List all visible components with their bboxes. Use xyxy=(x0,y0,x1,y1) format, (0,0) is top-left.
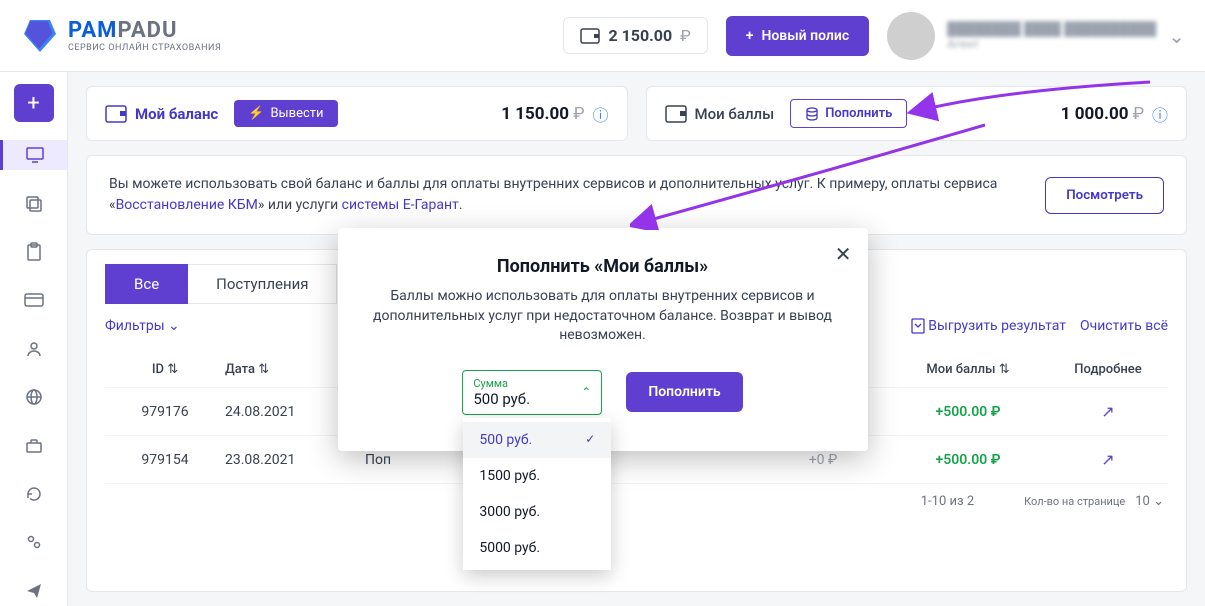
user-role: Агент xyxy=(947,37,1156,51)
new-policy-label: Новый полис xyxy=(761,28,849,44)
balance-value: 1 150.00 ₽ xyxy=(501,104,584,124)
dropdown-option[interactable]: 500 руб.✓ xyxy=(463,422,611,458)
link-kbm[interactable]: Восстановление КБМ xyxy=(116,197,258,213)
col-id[interactable]: ID ⇅ xyxy=(105,362,225,377)
send-icon xyxy=(25,582,43,600)
briefcase-icon xyxy=(25,438,43,454)
header-wallet[interactable]: 2 150.00 ₽ xyxy=(563,17,707,54)
balance-card: Мой баланс ⚡ Вывести 1 150.00 ₽ ⓘ xyxy=(86,86,628,141)
user-icon xyxy=(25,340,43,358)
copy-icon xyxy=(25,195,43,213)
monitor-icon xyxy=(25,146,45,164)
link-egarant[interactable]: системы Е-Гарант xyxy=(342,197,459,213)
logo-subtitle: СЕРВИС ОНЛАЙН СТРАХОВАНИЯ xyxy=(68,43,221,53)
dropdown-option[interactable]: 1500 руб. xyxy=(463,458,611,494)
header-wallet-currency: ₽ xyxy=(680,26,691,45)
plus-icon: + xyxy=(746,28,754,44)
modal-title: Пополнить «Мои баллы» xyxy=(372,256,834,277)
logo-icon xyxy=(20,16,60,56)
export-label: Выгрузить результат xyxy=(928,318,1066,334)
cell-id: 979176 xyxy=(105,404,225,420)
header: PAMPADU СЕРВИС ОНЛАЙН СТРАХОВАНИЯ 2 150.… xyxy=(0,0,1205,72)
export-button[interactable]: Выгрузить результат xyxy=(911,318,1066,334)
file-icon xyxy=(911,318,925,334)
sidebar-item-copy[interactable] xyxy=(14,188,54,218)
sidebar-item-settings[interactable] xyxy=(14,527,54,557)
info-icon[interactable]: ⓘ xyxy=(592,102,608,126)
points-value: 1 000.00 ₽ xyxy=(1061,104,1144,124)
amount-dropdown: 500 руб.✓ 1500 руб. 3000 руб. 5000 руб. xyxy=(463,418,611,570)
points-title: Мои баллы xyxy=(695,105,775,123)
withdraw-button[interactable]: ⚡ Вывести xyxy=(234,100,337,127)
balance-title: Мой баланс xyxy=(135,105,218,123)
wallet-icon xyxy=(665,105,687,123)
chevron-up-icon: ⌃ xyxy=(581,385,591,399)
amount-value: 500 руб. xyxy=(473,390,591,408)
topup-label: Пополнить xyxy=(825,106,892,121)
info-banner: Вы можете использовать свой баланс и бал… xyxy=(86,155,1187,235)
perpage-select[interactable]: 10 ⌄ xyxy=(1135,494,1164,509)
sidebar-item-globe[interactable] xyxy=(14,382,54,412)
sidebar-item-user[interactable] xyxy=(14,334,54,364)
sidebar: + xyxy=(0,72,68,606)
bolt-icon: ⚡ xyxy=(248,106,264,121)
perpage-label: Кол-во на странице xyxy=(1024,495,1125,508)
user-name: ████████ ████ ██████████ xyxy=(947,21,1156,37)
cell-points-change: +500.00 ₽ xyxy=(936,452,1001,468)
tab-all[interactable]: Все xyxy=(105,264,188,304)
gear-icon xyxy=(25,533,43,551)
user-menu[interactable]: ████████ ████ ██████████ Агент ⌄ xyxy=(887,12,1185,60)
avatar xyxy=(887,12,935,60)
wallet-icon xyxy=(105,105,127,123)
dropdown-option[interactable]: 3000 руб. xyxy=(463,494,611,530)
sidebar-item-send[interactable] xyxy=(14,576,54,606)
clear-button[interactable]: Очистить всё xyxy=(1080,318,1168,334)
cell-date: 23.08.2021 xyxy=(225,452,365,468)
dropdown-option[interactable]: 5000 руб. xyxy=(463,530,611,566)
sidebar-item-refresh[interactable] xyxy=(14,479,54,509)
sidebar-item-clipboard[interactable] xyxy=(14,237,54,267)
card-icon xyxy=(24,293,44,307)
external-link-icon[interactable]: ↗ xyxy=(1101,450,1114,469)
submit-button[interactable]: Пополнить xyxy=(626,372,742,412)
table-footer: 1-10 из 2 Кол-во на странице 10 ⌄ xyxy=(105,484,1168,519)
logo-title: PAMPADU xyxy=(68,18,221,43)
new-policy-button[interactable]: + Новый полис xyxy=(726,16,869,56)
table-range: 1-10 из 2 xyxy=(921,494,974,509)
cell-points-change: +500.00 ₽ xyxy=(936,404,1001,420)
amount-select[interactable]: Сумма 500 руб. ⌃ 500 руб.✓ 1500 руб. 300… xyxy=(462,370,602,415)
sidebar-item-briefcase[interactable] xyxy=(14,430,54,460)
col-more: Подробнее xyxy=(1048,362,1168,377)
chevron-down-icon: ⌄ xyxy=(1168,24,1185,48)
external-link-icon[interactable]: ↗ xyxy=(1101,402,1114,421)
view-button[interactable]: Посмотреть xyxy=(1045,177,1164,214)
tab-income[interactable]: Поступления xyxy=(188,264,337,304)
globe-icon xyxy=(25,388,43,406)
clipboard-icon xyxy=(26,242,42,262)
modal-desc: Баллы можно использовать для оплаты внут… xyxy=(372,287,834,346)
stack-icon xyxy=(805,107,819,121)
logo[interactable]: PAMPADU СЕРВИС ОНЛАЙН СТРАХОВАНИЯ xyxy=(20,16,221,56)
check-icon: ✓ xyxy=(585,432,595,448)
withdraw-label: Вывести xyxy=(270,106,323,121)
refresh-icon xyxy=(25,485,43,503)
filters-toggle[interactable]: Фильтры ⌄ xyxy=(105,318,180,334)
cell-balance-change: +0 ₽ xyxy=(758,452,888,468)
info-icon[interactable]: ⓘ xyxy=(1152,102,1168,126)
close-icon[interactable]: ✕ xyxy=(835,242,852,266)
cell-id: 979154 xyxy=(105,452,225,468)
header-wallet-value: 2 150.00 xyxy=(608,26,672,45)
topup-modal: ✕ Пополнить «Мои баллы» Баллы можно испо… xyxy=(338,228,868,451)
points-card: Мои баллы Пополнить 1 000.00 ₽ ⓘ xyxy=(646,86,1188,141)
wallet-icon xyxy=(580,28,600,44)
topup-button[interactable]: Пополнить xyxy=(790,99,907,128)
sidebar-add-button[interactable]: + xyxy=(14,84,54,122)
sidebar-item-monitor[interactable] xyxy=(0,140,67,170)
col-points[interactable]: Мои баллы ⇅ xyxy=(888,362,1048,377)
sidebar-item-card[interactable] xyxy=(14,285,54,315)
amount-label: Сумма xyxy=(473,377,591,390)
